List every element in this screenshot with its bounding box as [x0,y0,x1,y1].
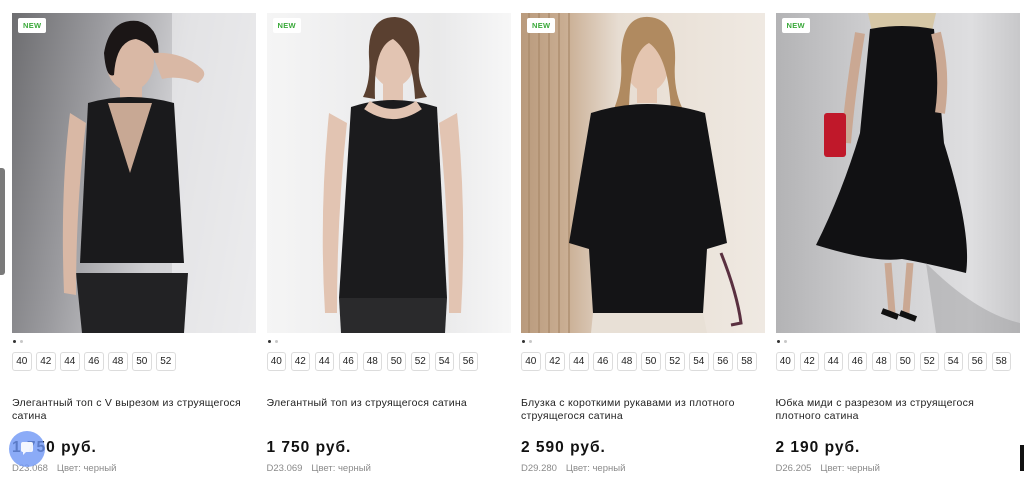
new-badge: NEW [781,18,810,33]
product-color: Цвет: черный [820,463,880,474]
size-option[interactable]: 44 [314,352,334,371]
size-list: 40 42 44 46 48 50 52 54 56 58 [521,352,765,371]
size-option[interactable]: 52 [410,352,430,371]
product-name-link[interactable]: Элегантный топ с V вырезом из струящегос… [12,397,256,425]
product-card[interactable]: NEW 40 42 44 46 48 50 52 54 56 58 Блузка… [521,13,765,474]
image-carousel-dots[interactable] [776,340,1020,344]
product-card[interactable]: NEW 40 42 44 46 48 50 52 Элегантный топ [12,13,256,474]
size-option[interactable]: 48 [108,352,128,371]
size-option[interactable]: 50 [895,352,915,371]
size-option[interactable]: 48 [617,352,637,371]
size-list: 40 42 44 46 48 50 52 54 56 [266,352,511,371]
size-option[interactable]: 40 [775,352,795,371]
image-carousel-dots[interactable] [13,340,256,344]
product-sku: D23.069 [266,463,303,474]
size-option[interactable]: 42 [36,352,56,371]
product-photo[interactable]: NEW [775,13,1020,333]
size-option[interactable]: 42 [290,352,310,371]
size-option[interactable]: 50 [132,352,152,371]
size-option[interactable]: 46 [847,352,867,371]
size-option[interactable]: 40 [12,352,32,371]
product-price: 1 750 руб. [266,439,352,456]
product-photo[interactable]: NEW [521,13,765,333]
new-badge: NEW [18,18,47,33]
product-sku: D29.280 [521,463,557,474]
size-option[interactable]: 44 [60,352,80,371]
size-option[interactable]: 54 [434,352,454,371]
product-price: 2 190 руб. [775,439,861,456]
size-option[interactable]: 50 [641,352,661,371]
size-option[interactable]: 52 [665,352,685,371]
chat-widget-button[interactable] [9,431,45,467]
size-option[interactable]: 40 [521,352,541,371]
product-name-link[interactable]: Элегантный топ из струящегося сатина [267,397,511,425]
product-sku: D26.205 [775,463,812,474]
model-image [322,17,463,333]
size-list: 40 42 44 46 48 50 52 54 56 58 [775,352,1020,371]
size-option[interactable]: 56 [458,352,478,371]
product-color: Цвет: черный [56,463,117,474]
new-badge: NEW [272,18,301,33]
size-option[interactable]: 48 [871,352,891,371]
size-option[interactable]: 44 [569,352,589,371]
scroll-edge [1020,445,1024,471]
new-badge: NEW [527,18,556,33]
size-option[interactable]: 40 [266,352,286,371]
product-grid: NEW 40 42 44 46 48 50 52 Элегантный топ [12,13,1020,474]
size-option[interactable]: 56 [713,352,733,371]
size-option[interactable]: 46 [84,352,104,371]
size-option[interactable]: 46 [338,352,358,371]
size-option[interactable]: 54 [943,352,963,371]
size-option[interactable]: 54 [689,352,709,371]
size-option[interactable]: 52 [919,352,939,371]
size-list: 40 42 44 46 48 50 52 [12,352,256,371]
product-card[interactable]: NEW 40 42 44 46 48 50 52 54 56 58 Юбка м… [775,13,1020,474]
image-carousel-dots[interactable] [267,340,511,344]
size-option[interactable]: 42 [545,352,565,371]
chat-icon [21,442,33,455]
size-option[interactable]: 58 [991,352,1011,371]
model-image [815,13,1020,333]
product-name-link[interactable]: Юбка миди с разрезом из струящегося плот… [776,397,1020,425]
size-option[interactable]: 42 [799,352,819,371]
side-panel-tab[interactable] [0,168,5,275]
size-option[interactable]: 58 [737,352,757,371]
product-color: Цвет: черный [311,463,371,474]
size-option[interactable]: 48 [362,352,382,371]
product-price: 1 750 руб. [12,439,97,456]
product-name-link[interactable]: Блузка с короткими рукавами из плотного … [521,397,765,425]
product-price: 2 590 руб. [521,439,606,456]
size-option[interactable]: 50 [386,352,406,371]
size-option[interactable]: 46 [593,352,613,371]
model-image [528,13,743,333]
size-option[interactable]: 52 [156,352,176,371]
size-option[interactable]: 56 [967,352,987,371]
product-color: Цвет: черный [565,463,626,474]
size-option[interactable]: 44 [823,352,843,371]
product-card[interactable]: NEW 40 42 44 46 48 50 52 54 56 Элегантны… [266,13,511,474]
product-photo[interactable]: NEW [266,13,511,333]
model-image [62,13,256,333]
product-photo[interactable]: NEW [12,13,256,333]
image-carousel-dots[interactable] [522,340,765,344]
